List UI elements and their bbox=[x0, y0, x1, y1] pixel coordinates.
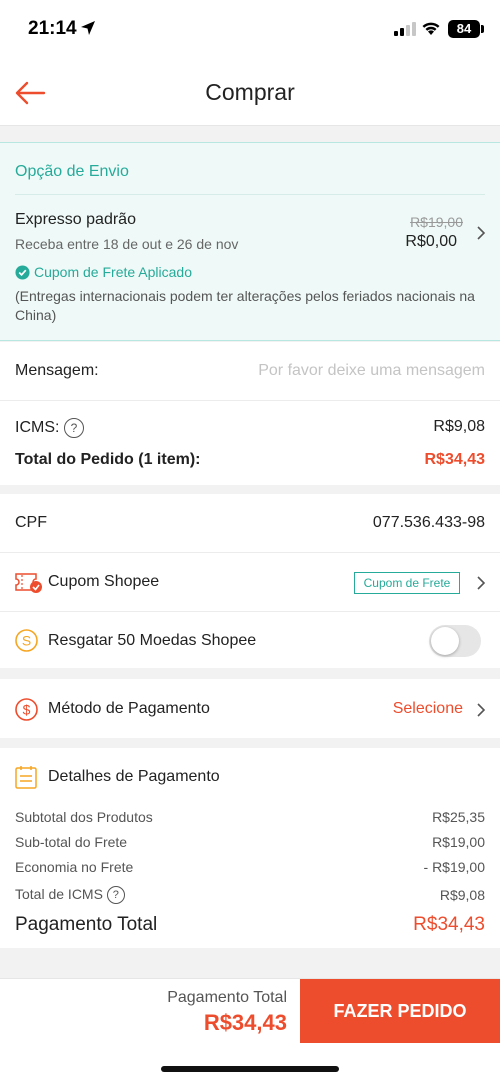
place-order-button[interactable]: FAZER PEDIDO bbox=[300, 979, 500, 1043]
icms-label: ICMS: bbox=[15, 419, 60, 437]
status-time: 21:14 bbox=[28, 18, 77, 39]
payment-total-value: R$34,43 bbox=[413, 914, 485, 935]
divider bbox=[15, 194, 485, 195]
icms-total-value: R$9,08 bbox=[439, 887, 485, 903]
order-total-label: Total do Pedido (1 item): bbox=[15, 451, 201, 468]
help-question-icon[interactable]: ? bbox=[63, 418, 84, 438]
payment-method-label: Método de Pagamento bbox=[48, 700, 210, 717]
svg-text:$: $ bbox=[23, 702, 31, 718]
home-indicator[interactable] bbox=[161, 1066, 339, 1072]
chevron-right-icon[interactable] bbox=[476, 575, 486, 591]
status-bar: 21:14 84 bbox=[0, 0, 500, 60]
wifi-icon bbox=[422, 22, 440, 35]
message-input[interactable] bbox=[225, 359, 485, 383]
page-title: Comprar bbox=[205, 79, 295, 105]
battery-level: 84 bbox=[456, 21, 472, 36]
shipping-section-title: Opção de Envio bbox=[15, 163, 129, 180]
shipping-discount-label: Economia no Frete bbox=[15, 859, 134, 875]
icms-total-label: Total de ICMS bbox=[15, 886, 103, 902]
coupon-label[interactable]: Cupom Shopee bbox=[48, 573, 159, 591]
coupon-applied-label: Cupom de Frete Aplicado bbox=[34, 264, 192, 280]
icms-value: R$9,08 bbox=[433, 418, 485, 435]
svg-text:S: S bbox=[22, 633, 31, 649]
shipping-discount-value: - R$19,00 bbox=[423, 859, 485, 875]
subtotal-shipping-label: Sub-total do Frete bbox=[15, 834, 128, 850]
bottom-total-value: R$34,43 bbox=[203, 1010, 287, 1035]
coins-label: Resgatar 50 Moedas Shopee bbox=[48, 632, 257, 649]
document-list-icon bbox=[15, 766, 37, 789]
divider bbox=[0, 552, 500, 553]
subtotal-products-label: Subtotal dos Produtos bbox=[15, 809, 153, 825]
chevron-right-icon[interactable] bbox=[476, 225, 486, 241]
shipping-note: (Entregas internacionais podem ter alter… bbox=[15, 288, 475, 323]
icms-row: ICMS: ? bbox=[15, 418, 84, 438]
delivery-window: Receba entre 18 de out e 26 de nov bbox=[15, 236, 239, 252]
battery-icon: 84 bbox=[448, 20, 480, 38]
cpf-label: CPF bbox=[15, 514, 47, 531]
bottom-total-label: Pagamento Total bbox=[167, 989, 287, 1006]
chevron-right-icon[interactable] bbox=[476, 702, 486, 718]
shipping-price: R$0,00 bbox=[405, 233, 457, 250]
shipping-method-name: Expresso padrão bbox=[15, 211, 136, 228]
subtotal-products-value: R$25,35 bbox=[432, 809, 485, 825]
divider bbox=[0, 611, 500, 612]
coupon-tag[interactable]: Cupom de Frete bbox=[354, 572, 460, 594]
help-question-icon[interactable]: ? bbox=[106, 886, 125, 905]
cpf-value[interactable]: 077.536.433-98 bbox=[373, 514, 485, 532]
coins-toggle[interactable] bbox=[429, 625, 481, 657]
check-circle-icon bbox=[15, 265, 30, 280]
order-total-value: R$34,43 bbox=[424, 451, 486, 468]
location-arrow-icon bbox=[81, 21, 95, 35]
icms-total-row: Total de ICMS ? bbox=[15, 886, 125, 905]
subtotal-shipping-value: R$19,00 bbox=[432, 834, 485, 850]
cellular-signal-icon bbox=[394, 22, 416, 36]
toggle-knob bbox=[431, 627, 459, 655]
voucher-icon bbox=[15, 573, 42, 593]
coin-icon: S bbox=[15, 629, 38, 652]
shipping-option-section[interactable]: Opção de Envio Expresso padrão Receba en… bbox=[0, 142, 500, 341]
battery-tip bbox=[481, 25, 484, 33]
payment-details-title: Detalhes de Pagamento bbox=[48, 768, 220, 785]
payment-total-label: Pagamento Total bbox=[15, 914, 158, 935]
top-navigation-bar: Comprar bbox=[0, 60, 500, 126]
message-label: Mensagem: bbox=[15, 362, 99, 379]
original-shipping-price: R$19,00 bbox=[410, 214, 463, 230]
dollar-circle-icon: $ bbox=[15, 698, 38, 721]
payment-method-select[interactable]: Selecione bbox=[393, 700, 463, 718]
divider bbox=[0, 400, 500, 401]
